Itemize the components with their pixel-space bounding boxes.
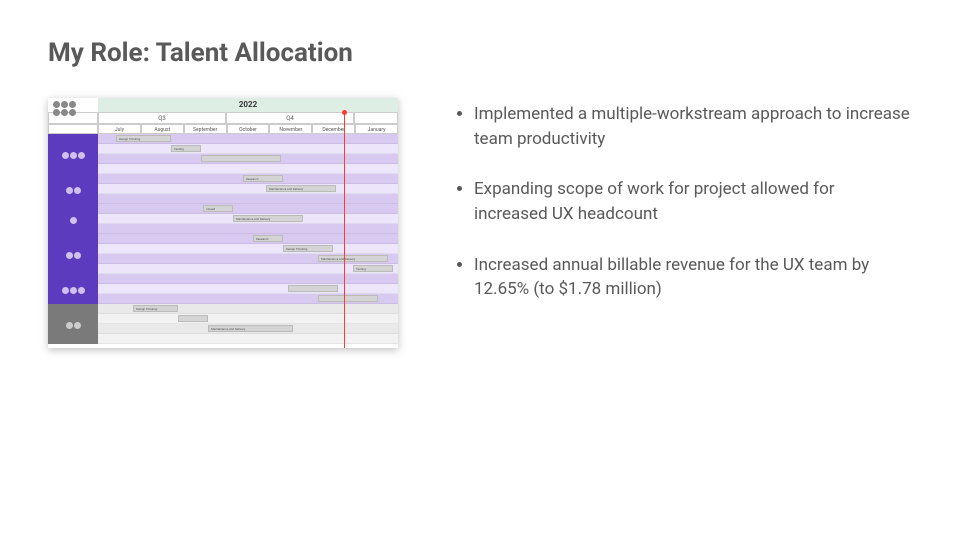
gantt-section-side bbox=[48, 234, 98, 274]
gantt-bar: Design Thinking bbox=[116, 135, 171, 142]
gantt-section: Research Design Thinking Maintenance and… bbox=[48, 234, 398, 274]
gantt-month-cell: November bbox=[269, 124, 312, 134]
gantt-lane: Design Thinking Testing bbox=[98, 134, 398, 174]
gantt-month-cell: August bbox=[141, 124, 184, 134]
gantt-section bbox=[48, 274, 398, 304]
gantt-section-side bbox=[48, 304, 98, 344]
gantt-month-cell: July bbox=[98, 124, 141, 134]
gantt-bar: Research bbox=[253, 235, 283, 242]
gantt-month-cell: October bbox=[227, 124, 270, 134]
gantt-month-cell: September bbox=[184, 124, 227, 134]
gantt-bar: Testing bbox=[353, 265, 393, 272]
gantt-month-cell: December bbox=[312, 124, 355, 134]
gantt-bar: Closed bbox=[203, 205, 233, 212]
gantt-bar: Maintenance and Delivery bbox=[208, 325, 293, 332]
gantt-section-side bbox=[48, 134, 98, 174]
bullet-item: Expanding scope of work for project allo… bbox=[474, 177, 912, 226]
gantt-quarter-cell: Q3 bbox=[98, 112, 226, 124]
gantt-bar: Design Thinking bbox=[283, 245, 333, 252]
gantt-lane bbox=[98, 274, 398, 304]
gantt-section-side bbox=[48, 204, 98, 234]
gantt-thumbnail: 2022 Q3 Q4 July August September October… bbox=[48, 98, 398, 348]
gantt-bar bbox=[201, 155, 281, 162]
content-row: 2022 Q3 Q4 July August September October… bbox=[48, 98, 912, 348]
gantt-bar: Maintenance and Delivery bbox=[266, 185, 336, 192]
gantt-lane: Design Thinking Maintenance and Delivery bbox=[98, 304, 398, 344]
gantt-lane: Research Maintenance and Delivery bbox=[98, 174, 398, 204]
gantt-bar: Design Thinking bbox=[133, 305, 178, 312]
gantt-lane: Closed Maintenance and Delivery bbox=[98, 204, 398, 234]
gantt-bar bbox=[288, 285, 338, 292]
gantt-bar bbox=[318, 295, 378, 302]
gantt-bar bbox=[178, 315, 208, 322]
gantt-lane: Research Design Thinking Maintenance and… bbox=[98, 234, 398, 274]
gantt-section: Design Thinking Maintenance and Delivery bbox=[48, 304, 398, 344]
gantt-month-row: July August September October November D… bbox=[48, 124, 398, 134]
gantt-section: Design Thinking Testing bbox=[48, 134, 398, 174]
gantt-section-side bbox=[48, 174, 98, 204]
slide: My Role: Talent Allocation 2022 Q3 Q4 Ju… bbox=[0, 0, 960, 540]
gantt-year-label: 2022 bbox=[98, 98, 398, 112]
team-avatars bbox=[52, 100, 82, 116]
gantt-quarter-cell: Q4 bbox=[226, 112, 354, 124]
gantt-quarter-cell bbox=[354, 112, 398, 124]
bullet-item: Increased annual billable revenue for th… bbox=[474, 253, 912, 302]
gantt-bar: Maintenance and Delivery bbox=[233, 215, 303, 222]
gantt-section-side bbox=[48, 274, 98, 304]
gantt-bar: Research bbox=[243, 175, 283, 182]
gantt-today-line bbox=[344, 112, 345, 348]
gantt-section: Research Maintenance and Delivery bbox=[48, 174, 398, 204]
gantt-month-cell: January bbox=[355, 124, 398, 134]
gantt-bar: Testing bbox=[171, 145, 201, 152]
bullet-item: Implemented a multiple-workstream approa… bbox=[474, 102, 912, 151]
bullet-list: Implemented a multiple-workstream approa… bbox=[448, 98, 912, 348]
slide-title: My Role: Talent Allocation bbox=[48, 38, 912, 68]
gantt-section: Closed Maintenance and Delivery bbox=[48, 204, 398, 234]
gantt-bar: Maintenance and Delivery bbox=[318, 255, 388, 262]
